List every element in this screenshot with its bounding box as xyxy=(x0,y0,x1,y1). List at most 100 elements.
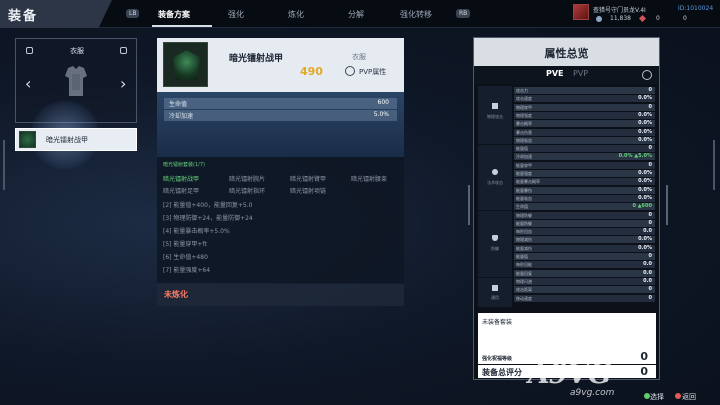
suit-label: 未装备套装 xyxy=(482,319,513,326)
prev-slot-arrow[interactable]: ‹ xyxy=(25,76,31,92)
gem-count: 0 xyxy=(656,15,660,22)
attribute-key: 能量暴击概率 xyxy=(516,179,540,185)
attribute-value: 0.0% xyxy=(638,111,652,118)
attribute-value: 0.0 xyxy=(643,228,652,235)
attribute-key: 攻击力 xyxy=(516,88,528,93)
item-name: 暗光镭射战甲 xyxy=(229,54,284,64)
stat-row: 生命值 600 xyxy=(164,98,397,109)
attribute-row: 每秒回能 0.0 xyxy=(514,261,655,269)
category-defense: 防御 xyxy=(478,211,512,277)
b-button-icon xyxy=(675,393,681,399)
attribute-value: 0 xyxy=(648,103,652,110)
tab-pvp[interactable]: PVP xyxy=(573,69,588,78)
page-title: 装备 xyxy=(8,9,39,24)
attribute-key: 物理减伤 xyxy=(516,237,532,243)
tab-equip-plan[interactable]: 装备方案 xyxy=(158,9,190,20)
attribute-key: 每秒回血 xyxy=(516,229,532,235)
top-bar: 装备 LB 装备方案 强化 炼化 分解 强化转移 RB 查猎号守门员龙V.4I … xyxy=(0,0,720,28)
tab-enhance[interactable]: 强化 xyxy=(228,9,244,20)
hint-back[interactable]: 返回 xyxy=(682,392,696,402)
category-label: 物理攻击 xyxy=(487,114,503,119)
attribute-row: 能量防御 0 xyxy=(514,219,655,227)
attribute-row: 能量暴伤 0.0% xyxy=(514,186,655,194)
attribute-row: 暴击概率 0.0% xyxy=(514,120,655,128)
set-bonus-line: [2] 能量值+400，能量回复+5.0 xyxy=(163,202,253,209)
attribute-row: 攻击速度 0.0% xyxy=(514,95,655,103)
attribute-value: 0.0% xyxy=(638,194,652,201)
attribute-row: 暴击伤害 0.0% xyxy=(514,128,655,136)
watermark-url: a9vg.com xyxy=(570,388,615,398)
strength-value: 0 xyxy=(640,350,648,363)
attribute-overview-panel: 属性总览 PVE PVP 物理攻击 法术攻击 防御 通用 攻击力 0 攻击速度 0.0… xyxy=(473,37,660,380)
refine-status-bar: 未炼化 xyxy=(157,284,404,306)
attribute-row: 能量强度 0.0% xyxy=(514,170,655,177)
avatar[interactable] xyxy=(573,4,589,20)
attribute-row: 物理闪避 0.0 xyxy=(514,277,655,285)
attribute-row: 移动速度 0 xyxy=(514,294,655,302)
total-score-label: 装备总评分 xyxy=(482,368,522,377)
attribute-row: 能量穿甲 0 xyxy=(514,161,655,169)
attribute-value: 0.0 xyxy=(643,261,652,268)
set-bonus-line: [6] 生命值+480 xyxy=(163,254,208,261)
attribute-key: 冷却加速 xyxy=(516,154,532,160)
watermark-logo: A9VG xyxy=(528,357,612,390)
category-physical: 物理攻击 xyxy=(478,86,512,144)
category-label: 通用 xyxy=(491,295,499,300)
set-bonus-line: [5] 能量穿甲+ft xyxy=(163,241,207,248)
next-slot-arrow[interactable]: › xyxy=(120,76,126,92)
tab-pve[interactable]: PVE xyxy=(546,69,564,78)
attribute-value: 0 xyxy=(648,253,652,259)
armor-silhouette-icon xyxy=(65,66,87,96)
equipped-item-card[interactable]: 暗光镭射战甲 xyxy=(15,128,137,151)
attribute-key: 生命值 xyxy=(516,204,528,210)
attribute-value: 0 xyxy=(648,286,652,293)
attribute-key: 物理强度 xyxy=(516,112,532,118)
attribute-key: 物理穿甲 xyxy=(516,104,532,110)
attribute-row: 能量吸血 0.0% xyxy=(514,194,655,202)
pvp-attribute-label[interactable]: PVP属性 xyxy=(359,67,386,77)
set-bonus-panel: 暗光镭射套装(1/7) 暗光镭射战甲 暗光镭射腕片 暗光镭射臂甲 暗光镭射腰束 … xyxy=(157,157,404,283)
attribute-value: 0 xyxy=(648,219,652,226)
attribute-row: 攻击距离 0 xyxy=(514,286,655,294)
rb-key-hint: RB xyxy=(456,9,471,18)
attribute-key: 能量暴伤 xyxy=(516,187,532,193)
attribute-key: 能量防御 xyxy=(516,220,532,226)
pvp-toggle-icon[interactable] xyxy=(345,66,355,76)
gem-icon xyxy=(638,14,647,23)
panel-divider xyxy=(666,185,668,225)
attribute-key: 能量回复 xyxy=(516,270,532,276)
attribute-row: 能量值 0 xyxy=(514,145,655,153)
item-detail-header: 暗光镭射战甲 衣服 490 PVP属性 xyxy=(157,38,404,92)
tab-refine[interactable]: 炼化 xyxy=(288,9,304,20)
attribute-key: 能量值 xyxy=(516,146,528,152)
armor-item-icon xyxy=(163,42,208,87)
coin-count: 11,838 xyxy=(610,15,631,22)
player-uid: ID:1010024 xyxy=(678,5,714,12)
attribute-row: 能量暴击概率 0.0% xyxy=(514,178,655,186)
attribute-value: 0.0% xyxy=(638,95,652,102)
attribute-row: 物理吸血 0.0% xyxy=(514,136,655,144)
attribute-key: 能量值 xyxy=(516,254,528,259)
energy-icon xyxy=(492,169,498,175)
attribute-key: 物理防御 xyxy=(516,212,532,218)
shield-icon xyxy=(492,235,498,241)
title-plate: 装备 xyxy=(0,0,112,28)
attribute-key: 能量强度 xyxy=(516,171,532,176)
set-piece: 暗光镭射项链 xyxy=(290,188,327,195)
tab-enhance-transfer[interactable]: 强化转移 xyxy=(400,9,432,20)
rb-switch-icon[interactable] xyxy=(642,70,652,80)
active-tab-indicator xyxy=(152,25,212,27)
attribute-title: 属性总览 xyxy=(544,47,589,60)
hint-select[interactable]: 选择 xyxy=(650,392,664,402)
attribute-value: 0.0% xyxy=(638,170,652,176)
attribute-value: 0.0% xyxy=(638,120,652,127)
panel-divider xyxy=(468,185,470,225)
tab-decompose[interactable]: 分解 xyxy=(348,9,364,20)
attribute-key: 物理吸血 xyxy=(516,137,532,143)
stat-value: 600 xyxy=(377,99,389,106)
refine-status: 未炼化 xyxy=(164,290,188,299)
strength-label: 强化祝福等级 xyxy=(482,356,513,362)
lb-key-hint: LB xyxy=(126,9,140,18)
attribute-value: 0.0% xyxy=(638,236,652,243)
attribute-value: 0.0% xyxy=(638,178,652,185)
